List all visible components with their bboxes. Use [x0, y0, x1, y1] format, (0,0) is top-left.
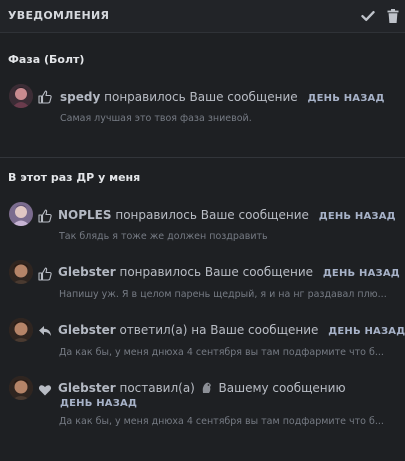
message-preview[interactable]: Да как бы, у меня днюха 4 сентября вы та… [59, 416, 387, 427]
trash-icon[interactable] [387, 8, 399, 27]
avatar[interactable] [9, 318, 33, 342]
username-link[interactable]: spedy [60, 90, 100, 104]
notifications-header: УВЕДОМЛЕНИЯ [0, 0, 405, 33]
notification-time: ДЕНЬ НАЗАД [307, 93, 385, 104]
message-preview[interactable]: Да как бы, у меня днюха 4 сентября вы та… [59, 347, 387, 358]
notification-time: ДЕНЬ НАЗАД [322, 268, 400, 279]
section-divider [0, 157, 405, 158]
thumbs-up-icon [38, 266, 52, 281]
avatar[interactable] [9, 260, 33, 284]
notification-time: ДЕНЬ НАЗАД [318, 211, 396, 222]
section-title[interactable]: Фаза (Болт) [8, 53, 84, 66]
notification-action-suffix: Вашему сообщению [218, 381, 346, 395]
notification-action: понравилось Ваше сообщение [119, 265, 313, 279]
username-link[interactable]: Glebster [58, 323, 116, 337]
message-preview[interactable]: Так блядь я тоже же должен поздравить [59, 231, 387, 242]
notification-time: ДЕНЬ НАЗАД [60, 398, 138, 409]
notification-action: поставил(а) [119, 381, 195, 395]
thumbs-up-icon [38, 89, 52, 104]
avatar[interactable] [9, 84, 33, 108]
username-link[interactable]: Glebster [58, 381, 116, 395]
username-link[interactable]: NOPLES [58, 208, 112, 222]
avatar[interactable] [9, 376, 33, 400]
heart-icon [38, 382, 52, 396]
notification-action: понравилось Ваше сообщение [104, 90, 298, 104]
notification-time: ДЕНЬ НАЗАД [328, 326, 405, 337]
section-title[interactable]: В этот раз ДР у меня [8, 171, 140, 184]
avatar[interactable] [9, 202, 33, 226]
username-link[interactable]: Glebster [58, 265, 116, 279]
notification-action: ответил(а) на Ваше сообщение [119, 323, 319, 337]
reply-icon [38, 323, 52, 337]
header-title: УВЕДОМЛЕНИЯ [8, 9, 110, 22]
check-icon[interactable] [361, 8, 375, 27]
message-preview[interactable]: Самая лучшая это твоя фаза зниевой. [60, 113, 388, 124]
message-preview[interactable]: Напишу уж. Я в целом парень щедрый, я и … [59, 289, 387, 300]
notification-action: понравилось Ваше сообщение [115, 208, 309, 222]
thumbs-up-icon [38, 208, 52, 223]
reaction-emoji [201, 381, 213, 397]
